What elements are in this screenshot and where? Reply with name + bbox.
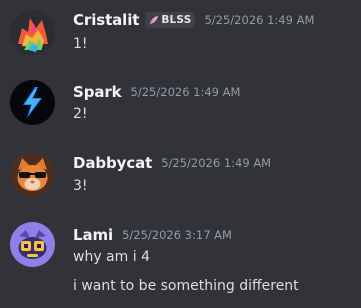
flame-gem-avatar-icon — [10, 10, 55, 55]
message-content: why am i 4 — [73, 249, 150, 265]
message-content: 1! — [73, 36, 88, 52]
user-avatar[interactable] — [10, 80, 55, 125]
message-author[interactable]: Cristalit — [73, 11, 139, 29]
purple-bug-avatar-icon — [10, 222, 55, 267]
guild-tag-label: BLSS — [161, 14, 192, 26]
cat-sunglasses-avatar-icon — [10, 152, 55, 197]
user-avatar[interactable] — [10, 152, 55, 197]
message-content: 3! — [73, 178, 88, 194]
feather-icon — [149, 15, 159, 24]
message-author[interactable]: Dabbycat — [73, 154, 152, 172]
message-timestamp: 5/25/2026 3:17 AM — [122, 228, 232, 242]
lightning-bolt-avatar-icon — [10, 80, 55, 125]
chat-message-list: Cristalit BLSS 5/25/2026 1:49 AM 1! Spar… — [0, 0, 361, 308]
user-avatar[interactable] — [10, 222, 55, 267]
message-author[interactable]: Lami — [73, 226, 113, 244]
message-author[interactable]: Spark — [73, 83, 122, 101]
message-content: 2! — [73, 106, 88, 122]
user-avatar[interactable] — [10, 10, 55, 55]
message-timestamp: 5/25/2026 1:49 AM — [204, 13, 315, 27]
message-timestamp: 5/25/2026 1:49 AM — [161, 156, 272, 170]
message-timestamp: 5/25/2026 1:49 AM — [130, 85, 241, 99]
message-content: i want to be something different — [73, 278, 299, 294]
guild-tag-badge[interactable]: BLSS — [145, 12, 196, 28]
